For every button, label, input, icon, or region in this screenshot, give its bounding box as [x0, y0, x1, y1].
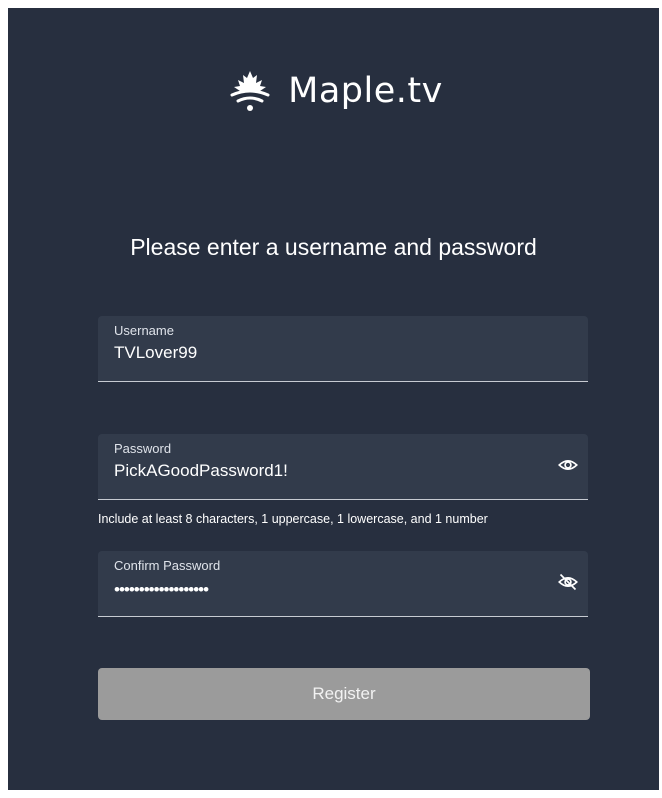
eye-icon[interactable] — [558, 455, 578, 475]
brand-logo: Maple.tv — [8, 66, 659, 116]
confirm-password-field[interactable]: Confirm Password ••••••••••••••••••• — [98, 551, 588, 617]
password-label: Password — [114, 441, 172, 456]
registration-panel: Maple.tv Please enter a username and pas… — [8, 8, 659, 790]
username-field[interactable]: Username TVLover99 — [98, 316, 588, 382]
password-value: PickAGoodPassword1! — [114, 461, 288, 480]
register-button[interactable]: Register — [98, 668, 590, 720]
username-value: TVLover99 — [114, 343, 198, 362]
brand-name: Maple.tv — [288, 71, 443, 111]
maple-leaf-wifi-icon — [230, 71, 270, 111]
confirm-password-value: ••••••••••••••••••• — [114, 580, 209, 599]
page-heading: Please enter a username and password — [130, 234, 537, 260]
confirm-password-label: Confirm Password — [114, 558, 221, 573]
password-field[interactable]: Password PickAGoodPassword1! — [98, 434, 588, 500]
password-hint: Include at least 8 characters, 1 upperca… — [98, 512, 488, 526]
eye-off-icon[interactable] — [558, 572, 578, 592]
username-label: Username — [114, 323, 174, 338]
